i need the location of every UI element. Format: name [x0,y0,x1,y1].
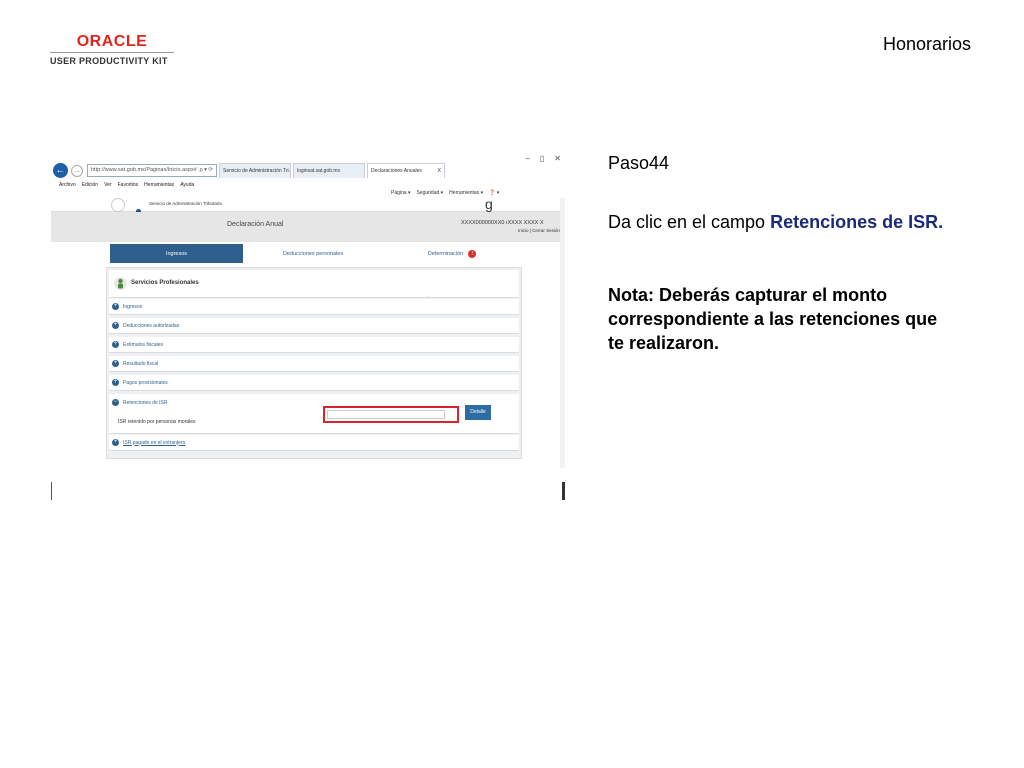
browser-tab-login[interactable]: loginsat.sat.gob.mx [293,163,365,178]
collapse-icon: − [112,399,119,406]
section-pagos[interactable]: + Pagos provisionales [109,375,519,391]
declaration-header: Declaración Anual XXXX000000XX0 ıXXXX XX… [51,212,565,242]
oracle-upk-logo: ORACLE USER PRODUCTIVITY KIT [50,33,174,66]
expand-icon: + [112,341,119,348]
forward-arrow-icon[interactable]: → [71,164,83,177]
tab-ingresos[interactable]: Ingresos [110,244,243,263]
instruction-target: Retenciones de ISR. [770,212,944,232]
frame-edge-right [562,482,565,500]
address-row: ← → http://www.sat.gob.mx/Paginas/Inicio… [51,162,565,179]
section-label: ISR pagado en el extranjero [123,439,186,446]
section-retenciones: − Retenciones de ISR ISR retenido por pe… [109,394,519,434]
menu-favoritos[interactable]: Favoritos [118,182,139,188]
url-text: http://www.sat.gob.mx/Paginas/Inicio.asp… [91,167,197,173]
expand-icon: + [112,439,119,446]
back-arrow-icon[interactable]: ← [53,163,68,178]
section-deducciones[interactable]: + Deducciones autorizadas [109,318,519,334]
sat-logo-icon [136,201,147,232]
retenciones-isr-input[interactable] [327,410,445,419]
menu-edicion[interactable]: Edición [82,182,98,188]
browser-screenshot: – ▯ ✕ ← → http://www.sat.gob.mx/Paginas/… [51,152,565,502]
tab-deducciones[interactable]: Deducciones personales [243,244,383,263]
expand-icon: + [112,322,119,329]
logo-rule [50,52,174,53]
section-label: Retenciones de ISR [123,399,168,406]
income-panel: Servicios Profesionales · + Ingresos + D… [106,267,522,459]
module-title: Honorarios [882,34,971,54]
seal-icon [111,198,125,212]
instruction-text: Da clic en el campo Retenciones de ISR. [608,211,948,234]
person-icon [114,277,127,290]
note-text: Nota: Deberás capturar el monto correspo… [608,285,938,353]
browser-tab-declaraciones[interactable]: Declaraciones Anuales X [367,163,445,178]
section-label: Estímulos fiscales [123,341,164,348]
tab-close-icon[interactable]: X [438,168,441,174]
expand-icon: + [112,379,119,386]
panel-header: Servicios Profesionales · [109,270,519,300]
retencion-row-label: ISR retenido por personas morales [118,419,196,425]
section-ingresos[interactable]: + Ingresos [109,299,519,315]
menu-herramientas[interactable]: Herramientas [144,182,174,188]
upk-label: USER PRODUCTIVITY KIT [50,56,168,66]
cmd-seguridad[interactable]: Seguridad ▾ [416,190,443,196]
section-resultado[interactable]: + Resultado fiscal [109,356,519,372]
sat-site-header: Servicio de Administración Tributaria g [51,196,565,232]
section-label: Deducciones autorizadas [123,322,180,329]
menu-ver[interactable]: Ver [104,182,112,188]
cmd-herramientas[interactable]: Herramientas ▾ [449,190,483,196]
url-icons[interactable]: ρ ▾ ⟳ [199,167,213,174]
section-label: Resultado fiscal [123,360,159,367]
panel-title: Servicios Profesionales [131,280,199,286]
tab-determinacion[interactable]: Determinación ! [383,244,521,263]
expand-icon: + [112,303,119,310]
detalle-button[interactable]: Detalle [465,405,491,420]
menu-ayuda[interactable]: Ayuda [180,182,194,188]
scrollbar[interactable] [560,198,565,468]
gob-mark-icon: g [485,196,493,212]
tab-label: Declaraciones Anuales [371,168,422,174]
section-isr-extranjero[interactable]: + ISR pagado en el extranjero [109,435,519,451]
command-bar: Página ▾ Seguridad ▾ Herramientas ▾ ❓ ▾ [391,190,499,196]
declaration-title: Declaración Anual [227,221,284,228]
instruction-prefix: Da clic en el campo [608,212,771,232]
session-links[interactable]: Inicio | Cerrar Sesión [518,228,560,233]
section-label: Ingresos [123,303,143,310]
slide: ORACLE USER PRODUCTIVITY KIT Honorarios … [0,0,1024,768]
oracle-wordmark: ORACLE [76,33,148,50]
section-retenciones-header[interactable]: − Retenciones de ISR [112,399,519,406]
taxpayer-id: XXXX000000XX0 ıXXXX XXXX X [461,220,544,226]
menu-archivo[interactable]: Archivo [59,182,76,188]
retenciones-isr-field-highlight[interactable] [323,406,459,423]
declaration-tabs: Ingresos Deducciones personales Determin… [110,244,521,263]
frame-edge-left [51,482,52,500]
address-bar[interactable]: http://www.sat.gob.mx/Paginas/Inicio.asp… [87,164,217,177]
tab-determinacion-label: Determinación [427,250,464,257]
step-label: Paso44 [608,153,670,173]
agency-name: Servicio de Administración Tributaria [149,201,222,206]
section-estimulos[interactable]: + Estímulos fiscales [109,337,519,353]
alert-badge: ! [468,249,477,258]
cmd-pagina[interactable]: Página ▾ [391,190,410,196]
expand-icon: + [112,360,119,367]
section-label: Pagos provisionales [123,379,168,386]
browser-tab-sat[interactable]: Servicio de Administración Tri... [219,163,291,178]
menu-bar: Archivo Edición Ver Favoritos Herramient… [51,180,565,189]
